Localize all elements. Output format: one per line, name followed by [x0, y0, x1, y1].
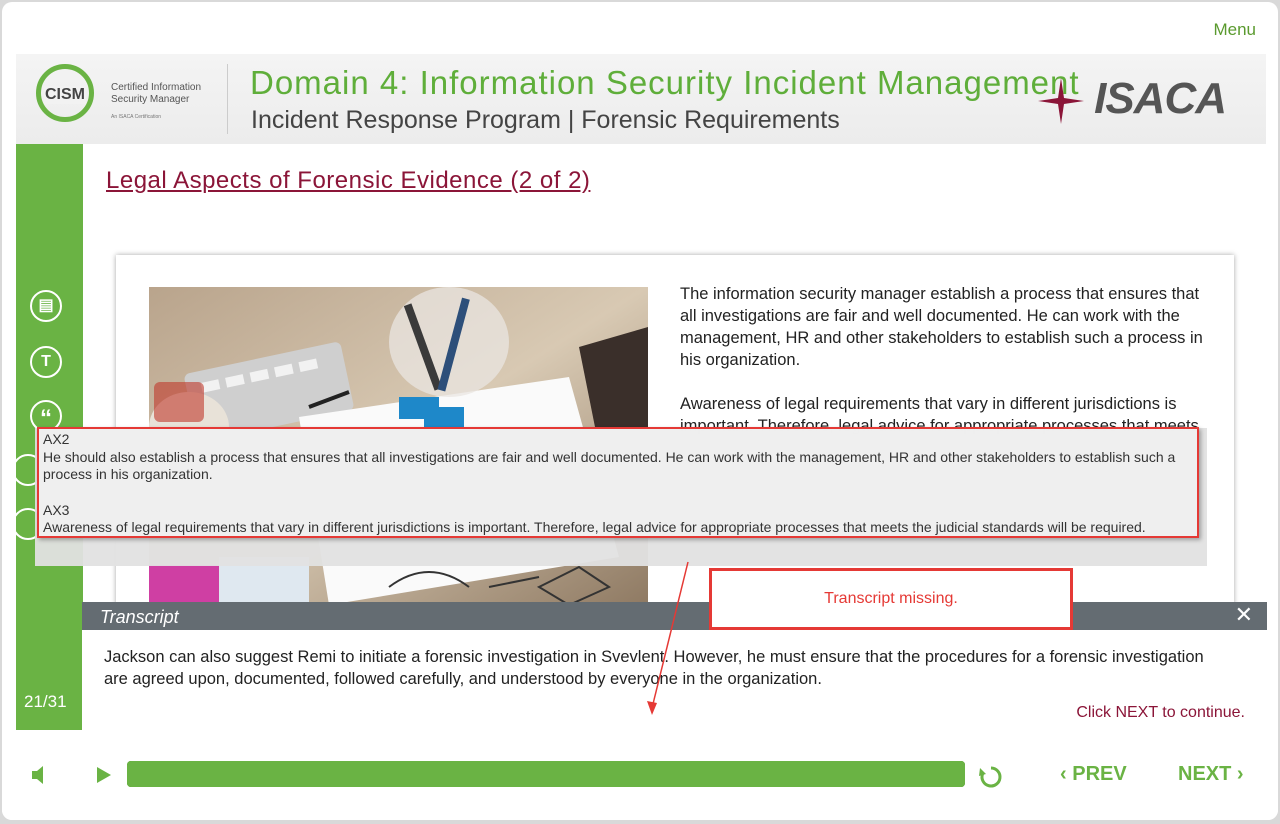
close-icon[interactable]: ✕ — [1235, 602, 1253, 628]
slide-title: Legal Aspects of Forensic Evidence (2 of… — [106, 167, 591, 194]
notes-icon[interactable]: ▤ — [30, 290, 62, 322]
cism-logo-line2: Security Manager — [111, 94, 190, 105]
transcript-missing-note: Transcript missing. — [709, 568, 1073, 630]
replay-icon[interactable] — [978, 764, 1004, 790]
isaca-logo: ISACA — [1094, 74, 1227, 123]
body-paragraph-1: The information security manager establi… — [680, 285, 1203, 369]
page-counter: 21/31 — [24, 692, 67, 711]
domain-title: Domain 4: Information Security Incident … — [250, 64, 1080, 101]
section-subtitle: Incident Response Program | Forensic Req… — [251, 106, 840, 134]
next-label: NEXT — [1178, 763, 1232, 785]
prev-label: PREV — [1072, 763, 1127, 785]
next-button[interactable]: NEXT › — [1178, 763, 1244, 786]
cism-logo-word: CISM — [44, 86, 86, 104]
play-icon[interactable] — [94, 766, 112, 784]
cism-logo-subtitle: Certified Information Security Manager — [111, 82, 201, 106]
cism-logo-line1: Certified Information — [111, 82, 202, 93]
ax3-text: Awareness of legal requirements that var… — [43, 519, 1146, 535]
glossary-icon[interactable]: T — [30, 346, 62, 378]
annotation-arrow — [647, 561, 689, 715]
cism-logo-tagline: An ISACA Certification — [111, 114, 162, 120]
click-next-hint: Click NEXT to continue. — [1076, 704, 1245, 721]
course-banner: CISM Certified Information Security Mana… — [16, 54, 1266, 144]
progress-fill — [127, 761, 965, 787]
progress-bar[interactable] — [127, 761, 965, 787]
course-player: Menu CISM Certified Information Security… — [2, 2, 1278, 820]
chevron-left-icon: ‹ — [1060, 763, 1067, 785]
chevron-right-icon: › — [1236, 763, 1244, 785]
prev-button[interactable]: ‹ PREV — [1060, 763, 1127, 786]
player-controls: ‹ PREV NEXT › — [2, 730, 1278, 820]
volume-icon[interactable] — [30, 764, 50, 786]
banner-divider — [227, 64, 228, 134]
transcript-label: Transcript — [100, 607, 179, 627]
isaca-star-icon — [1038, 78, 1084, 124]
menu-button[interactable]: Menu — [1213, 20, 1256, 40]
ax2-text: He should also establish a process that … — [43, 449, 1176, 482]
ax3-label: AX3 — [43, 502, 70, 518]
cism-logo: CISM Certified Information Security Mana… — [36, 62, 216, 132]
annotation-box: AX2 He should also establish a process t… — [37, 427, 1199, 538]
ax2-label: AX2 — [43, 431, 70, 447]
